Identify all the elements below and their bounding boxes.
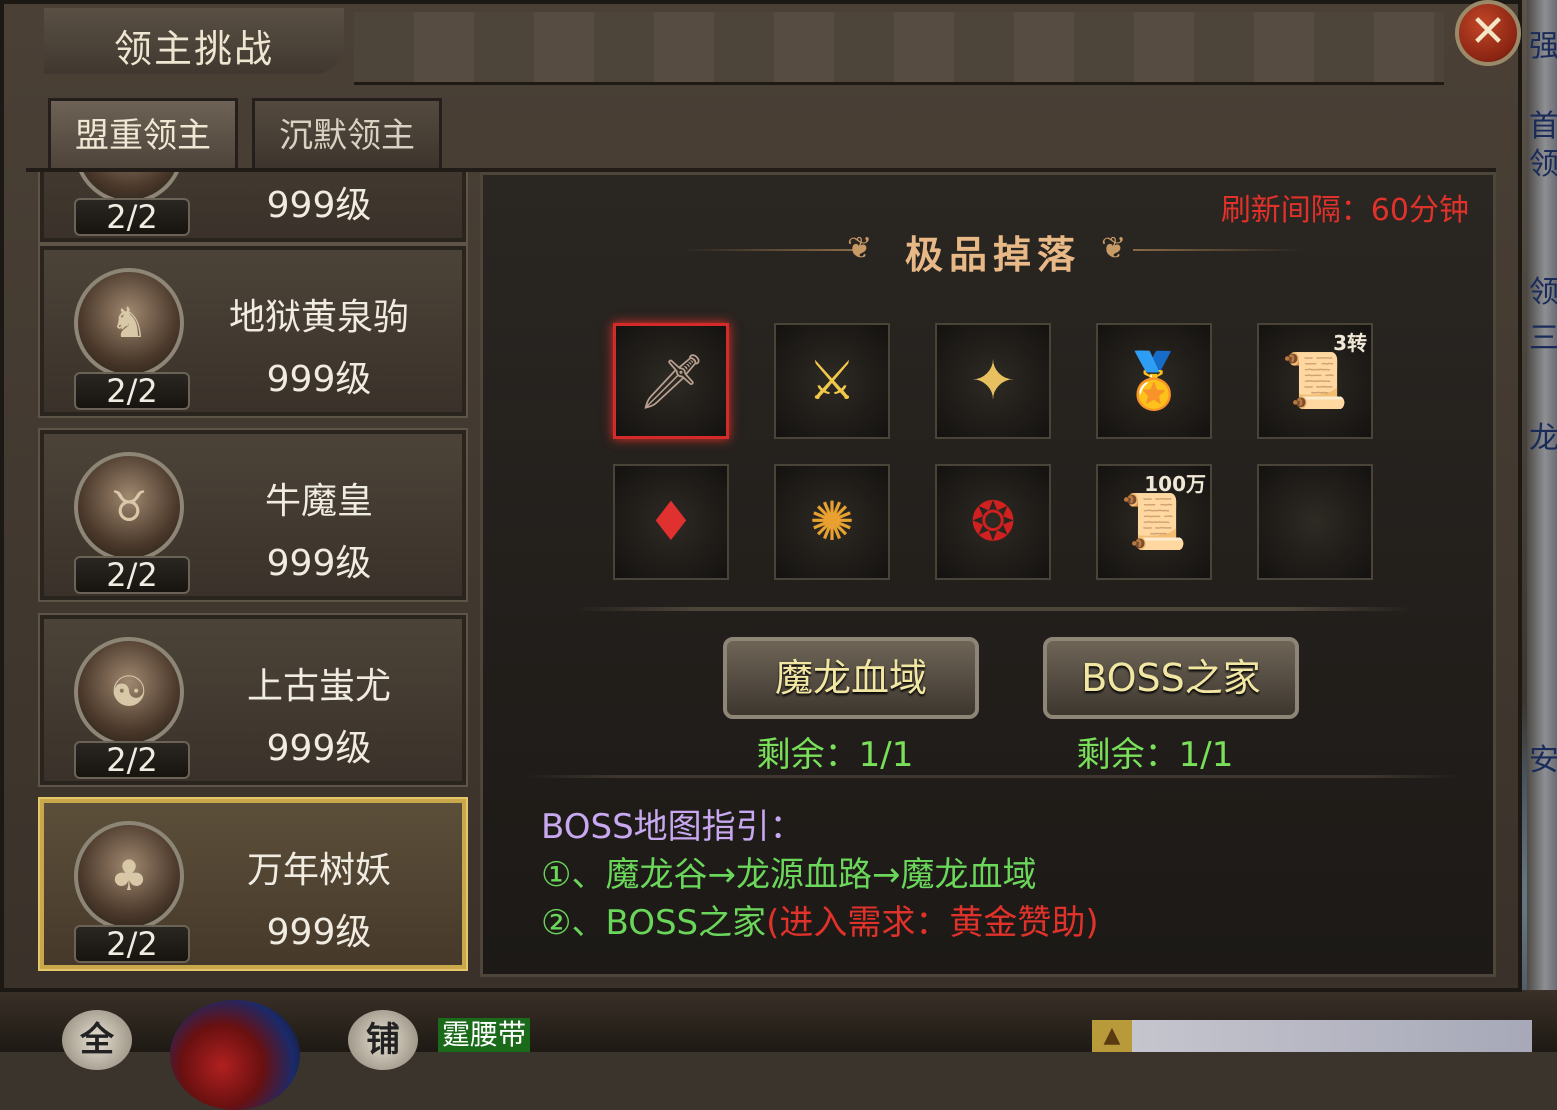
boss-count: 2/2 <box>74 925 190 963</box>
expand-arrow-icon[interactable]: ▲ <box>1092 1020 1132 1052</box>
title-ornament <box>354 12 1444 85</box>
item-slot[interactable]: ❂ <box>935 464 1051 580</box>
boss-detail-panel: 刷新间隔：60分钟 ❦ ❦ 极品掉落 🗡 ⚔ ✦ 🏅 📜 3转 ♦ ✺ ❂ 📜 … <box>480 172 1496 977</box>
refresh-interval: 刷新间隔：60分钟 <box>1220 193 1469 228</box>
boss-card[interactable]: ☠ 2/2 999级 <box>38 172 468 244</box>
golden-orb-icon: ✺ <box>809 490 855 553</box>
teleport-molong-button[interactable]: 魔龙血域 <box>723 637 979 719</box>
golden-weapon-icon: ⚔ <box>807 349 857 412</box>
guide-title: BOSS地图指引： <box>541 807 804 847</box>
shop-button[interactable]: 铺 <box>348 1010 418 1070</box>
bull-demon-icon: ♉ <box>74 452 184 562</box>
red-rune-icon: ❂ <box>970 490 1016 553</box>
gold-medal-icon: 🏅 <box>1120 349 1188 412</box>
item-slot[interactable]: 🏅 <box>1096 323 1212 439</box>
golden-armor-icon: ✦ <box>970 349 1016 412</box>
item-quantity: 3转 <box>1333 331 1367 355</box>
side-hud-text: 龙 <box>1529 422 1557 456</box>
side-hud-text: 领 <box>1529 148 1557 182</box>
boss-card[interactable]: ♉ 2/2 牛魔皇 999级 <box>38 428 468 602</box>
item-slot[interactable]: ✺ <box>774 464 890 580</box>
side-hud-text: 强 <box>1529 30 1557 64</box>
remain-count: 剩余：1/1 <box>1076 735 1234 775</box>
window-title: 领主挑战 <box>114 27 275 71</box>
hp-mp-orb <box>170 1000 300 1110</box>
section-divider <box>573 607 1413 611</box>
drop-title: 极品掉落 <box>904 232 1081 277</box>
item-quantity: 100万 <box>1144 472 1206 496</box>
boss-list[interactable]: ☠ 2/2 999级 ♞ 2/2 地狱黄泉驹 999级 ♉ 2/2 牛魔皇 99… <box>36 172 472 977</box>
boss-count: 2/2 <box>74 741 190 779</box>
boss-level: 999级 <box>266 728 372 769</box>
side-hud-text: 领 <box>1529 276 1557 310</box>
guide-requirement: (进入需求：黄金赞助) <box>766 903 1099 943</box>
drop-items-grid: 🗡 ⚔ ✦ 🏅 📜 3转 ♦ ✺ ❂ 📜 100万 <box>613 323 1373 583</box>
side-hud-text: 安 <box>1529 744 1557 778</box>
demon-steed-icon: ♞ <box>74 268 184 378</box>
item-slot[interactable]: ♦ <box>613 464 729 580</box>
side-hud-text: 首 <box>1529 110 1557 144</box>
boss-level: 999级 <box>266 185 372 226</box>
item-slot[interactable]: 🗡 <box>613 323 729 439</box>
item-slot[interactable]: ✦ <box>935 323 1051 439</box>
boss-name: 上古蚩尤 <box>246 666 391 707</box>
remain-count: 剩余：1/1 <box>756 735 914 775</box>
close-button[interactable]: ✕ <box>1455 0 1521 66</box>
guide-line-2-main: ②、BOSS之家 <box>541 903 767 943</box>
boss-level: 999级 <box>266 359 372 400</box>
red-crystal-icon: ♦ <box>646 490 696 553</box>
bottom-map-strip <box>1092 1020 1532 1052</box>
boss-name: 地狱黄泉驹 <box>228 297 409 338</box>
boss-card-selected[interactable]: ♣ 2/2 万年树妖 999级 <box>38 797 468 971</box>
tree-demon-icon: ♣ <box>74 821 184 931</box>
item-tag: 霆腰带 <box>438 1018 531 1052</box>
dagger-icon: 🗡 <box>637 350 707 413</box>
teleport-boss-home-button[interactable]: BOSS之家 <box>1043 637 1299 719</box>
boss-level: 999级 <box>266 912 372 953</box>
guide-line-1: ①、魔龙谷→龙源血路→魔龙血域 <box>541 855 1037 895</box>
chat-channel-button[interactable]: 全 <box>62 1010 132 1070</box>
boss-level: 999级 <box>266 543 372 584</box>
tab-chenmo[interactable]: 沉默领主 <box>252 98 442 168</box>
item-slot[interactable]: 📜 100万 <box>1096 464 1212 580</box>
side-hud-text: 三 <box>1529 322 1557 356</box>
section-divider <box>523 775 1463 778</box>
item-slot-empty[interactable] <box>1257 464 1373 580</box>
drop-title-wrap: 极品掉落 <box>813 229 1173 281</box>
guide-line-2: ②、BOSS之家(进入需求：黄金赞助) <box>541 895 1099 944</box>
item-slot[interactable]: ⚔ <box>774 323 890 439</box>
boss-count: 2/2 <box>74 372 190 410</box>
boss-name: 牛魔皇 <box>264 481 373 522</box>
boss-card[interactable]: ♞ 2/2 地狱黄泉驹 999级 <box>38 244 468 418</box>
boss-count: 2/2 <box>74 556 190 594</box>
boss-name: 万年树妖 <box>246 850 391 891</box>
item-slot[interactable]: 📜 3转 <box>1257 323 1373 439</box>
boss-card[interactable]: ☯ 2/2 上古蚩尤 999级 <box>38 613 468 787</box>
side-hud: 强 首 领 领 三 龙 安 <box>1527 0 1557 1052</box>
boss-count: 2/2 <box>74 198 190 236</box>
ancient-warrior-icon: ☯ <box>74 637 184 747</box>
tab-mengzhong[interactable]: 盟重领主 <box>48 98 238 168</box>
